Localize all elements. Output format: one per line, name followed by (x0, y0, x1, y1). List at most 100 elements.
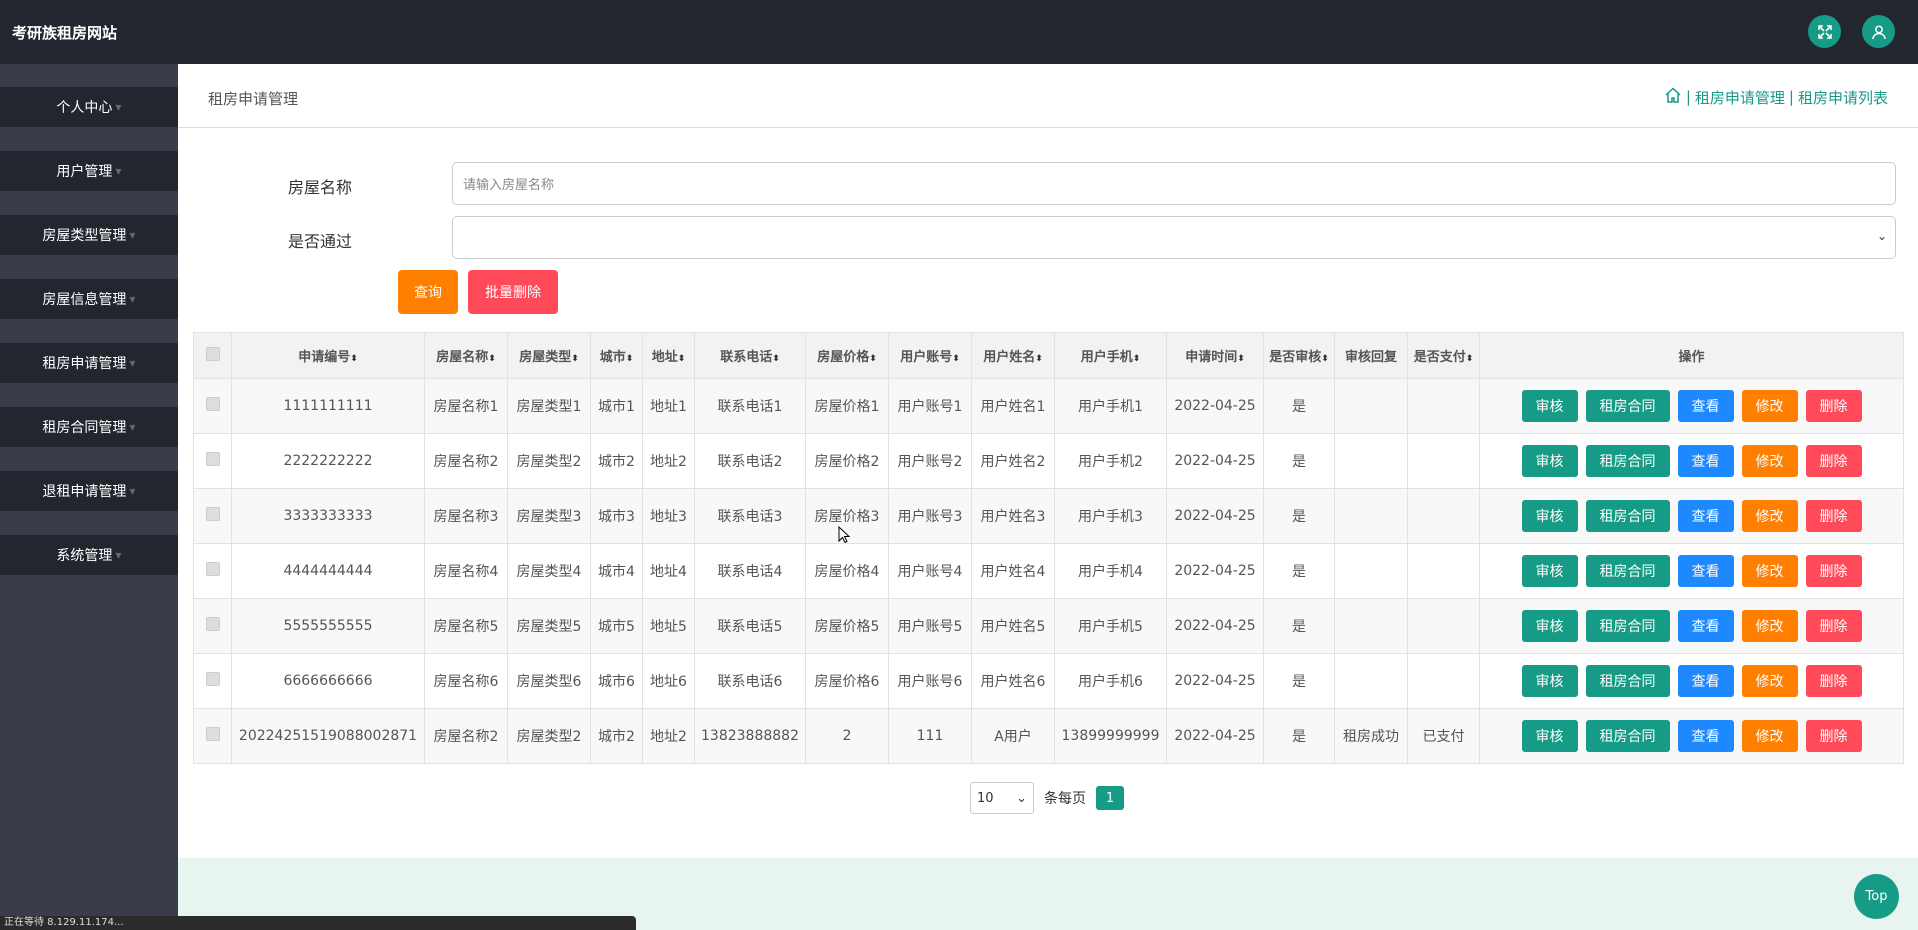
col-header[interactable]: 房屋价格⬍ (805, 332, 889, 379)
audit-button[interactable]: 审核 (1521, 720, 1578, 752)
row-checkbox[interactable] (193, 708, 232, 764)
contract-button[interactable]: 租房合同 (1585, 445, 1670, 477)
audit-button[interactable]: 审核 (1521, 610, 1578, 642)
back-to-top-button[interactable]: Top (1854, 874, 1899, 919)
select-all-checkbox[interactable] (193, 332, 232, 379)
audit-button[interactable]: 审核 (1521, 445, 1578, 477)
table-cell: 联系电话3 (694, 488, 806, 544)
contract-button[interactable]: 租房合同 (1585, 610, 1670, 642)
delete-button[interactable]: 删除 (1805, 500, 1862, 532)
table-cell: 房屋类型2 (507, 433, 591, 489)
col-header[interactable]: 用户姓名⬍ (971, 332, 1055, 379)
col-header[interactable]: 申请编号⬍ (231, 332, 425, 379)
table-cell: 房屋价格1 (805, 378, 889, 434)
contract-button[interactable]: 租房合同 (1585, 555, 1670, 587)
table-cell: 房屋类型5 (507, 598, 591, 654)
row-checkbox[interactable] (193, 543, 232, 599)
contract-button[interactable]: 租房合同 (1585, 390, 1670, 422)
row-checkbox[interactable] (193, 378, 232, 434)
view-button[interactable]: 查看 (1677, 720, 1734, 752)
view-button[interactable]: 查看 (1677, 555, 1734, 587)
edit-button[interactable]: 修改 (1741, 390, 1798, 422)
pagination: 10 ⌄ 条每页 1 (970, 782, 1124, 814)
view-button[interactable]: 查看 (1677, 390, 1734, 422)
table-cell: 是 (1263, 708, 1335, 764)
delete-button[interactable]: 删除 (1805, 610, 1862, 642)
table-cell: 房屋价格5 (805, 598, 889, 654)
table-cell: 地址2 (642, 708, 695, 764)
applications-table: 申请编号⬍ 房屋名称⬍ 房屋类型⬍ 城市⬍ 地址⬍ 联系电话⬍ 房屋价格⬍ 用户… (193, 332, 1904, 764)
table-cell: 地址3 (642, 488, 695, 544)
delete-button[interactable]: 删除 (1805, 390, 1862, 422)
pass-select[interactable]: ⌄ (452, 216, 1896, 259)
sidebar-item-profile[interactable]: 个人中心 ▼ (0, 87, 178, 127)
sidebar-item-label: 租房申请管理 (42, 356, 127, 372)
delete-button[interactable]: 删除 (1805, 445, 1862, 477)
view-button[interactable]: 查看 (1677, 665, 1734, 697)
table-cell: 2 (805, 708, 889, 764)
table-cell: 13823888882 (694, 708, 806, 764)
table-row: 1111111111 房屋名称1 房屋类型1 城市1 地址1 联系电话1 房屋价格1 用户账号… (193, 378, 1904, 434)
view-button[interactable]: 查看 (1677, 500, 1734, 532)
col-header[interactable]: 房屋类型⬍ (507, 332, 591, 379)
fullscreen-icon[interactable] (1808, 15, 1841, 48)
sidebar-item-checkout-applications[interactable]: 退租申请管理 ▼ (0, 471, 178, 511)
table-cell: 13899999999 (1054, 708, 1167, 764)
delete-button[interactable]: 删除 (1805, 720, 1862, 752)
table-cell: 用户手机5 (1054, 598, 1167, 654)
row-checkbox[interactable] (193, 433, 232, 489)
row-checkbox[interactable] (193, 598, 232, 654)
col-header[interactable]: 用户账号⬍ (888, 332, 972, 379)
col-header[interactable]: 城市⬍ (590, 332, 643, 379)
edit-button[interactable]: 修改 (1741, 665, 1798, 697)
house-name-label: 房屋名称 (288, 178, 353, 197)
table-cell: 用户手机2 (1054, 433, 1167, 489)
col-header[interactable]: 是否审核⬍ (1263, 332, 1335, 379)
sidebar-item-house-info[interactable]: 房屋信息管理 ▼ (0, 279, 178, 319)
delete-button[interactable]: 删除 (1805, 665, 1862, 697)
col-header: 审核回复 (1334, 332, 1408, 379)
contract-button[interactable]: 租房合同 (1585, 665, 1670, 697)
sidebar-item-contracts[interactable]: 租房合同管理 ▼ (0, 407, 178, 447)
sidebar-item-rental-applications[interactable]: 租房申请管理 ▼ (0, 343, 178, 383)
home-icon[interactable] (1664, 86, 1682, 108)
edit-button[interactable]: 修改 (1741, 555, 1798, 587)
sidebar-item-house-types[interactable]: 房屋类型管理 ▼ (0, 215, 178, 255)
batch-delete-button[interactable]: 批量删除 (468, 270, 558, 314)
contract-button[interactable]: 租房合同 (1585, 720, 1670, 752)
col-header[interactable]: 联系电话⬍ (694, 332, 806, 379)
col-header[interactable]: 地址⬍ (642, 332, 695, 379)
table-cell: 是 (1263, 378, 1335, 434)
house-name-input[interactable]: 请输入房屋名称 (452, 162, 1896, 205)
sidebar-item-system[interactable]: 系统管理 ▼ (0, 535, 178, 575)
breadcrumb-item[interactable]: 租房申请管理 (1695, 87, 1785, 108)
contract-button[interactable]: 租房合同 (1585, 500, 1670, 532)
audit-button[interactable]: 审核 (1521, 555, 1578, 587)
user-icon[interactable] (1862, 15, 1895, 48)
audit-button[interactable]: 审核 (1521, 500, 1578, 532)
row-checkbox[interactable] (193, 653, 232, 709)
breadcrumb-item[interactable]: 租房申请列表 (1798, 87, 1888, 108)
view-button[interactable]: 查看 (1677, 445, 1734, 477)
edit-button[interactable]: 修改 (1741, 445, 1798, 477)
col-header[interactable]: 房屋名称⬍ (424, 332, 508, 379)
col-header[interactable]: 是否支付⬍ (1407, 332, 1480, 379)
table-cell: 地址6 (642, 653, 695, 709)
audit-button[interactable]: 审核 (1521, 390, 1578, 422)
edit-button[interactable]: 修改 (1741, 500, 1798, 532)
query-button[interactable]: 查询 (398, 270, 458, 314)
audit-button[interactable]: 审核 (1521, 665, 1578, 697)
edit-button[interactable]: 修改 (1741, 610, 1798, 642)
page-size-select[interactable]: 10 ⌄ (970, 782, 1034, 814)
delete-button[interactable]: 删除 (1805, 555, 1862, 587)
row-checkbox[interactable] (193, 488, 232, 544)
page-number-button[interactable]: 1 (1096, 786, 1124, 810)
sidebar-item-users[interactable]: 用户管理 ▼ (0, 151, 178, 191)
chevron-down-icon: ▼ (115, 550, 122, 560)
mouse-cursor-icon (838, 525, 851, 548)
edit-button[interactable]: 修改 (1741, 720, 1798, 752)
sidebar-item-label: 个人中心 (56, 100, 113, 116)
col-header[interactable]: 用户手机⬍ (1054, 332, 1167, 379)
col-header[interactable]: 申请时间⬍ (1166, 332, 1264, 379)
view-button[interactable]: 查看 (1677, 610, 1734, 642)
